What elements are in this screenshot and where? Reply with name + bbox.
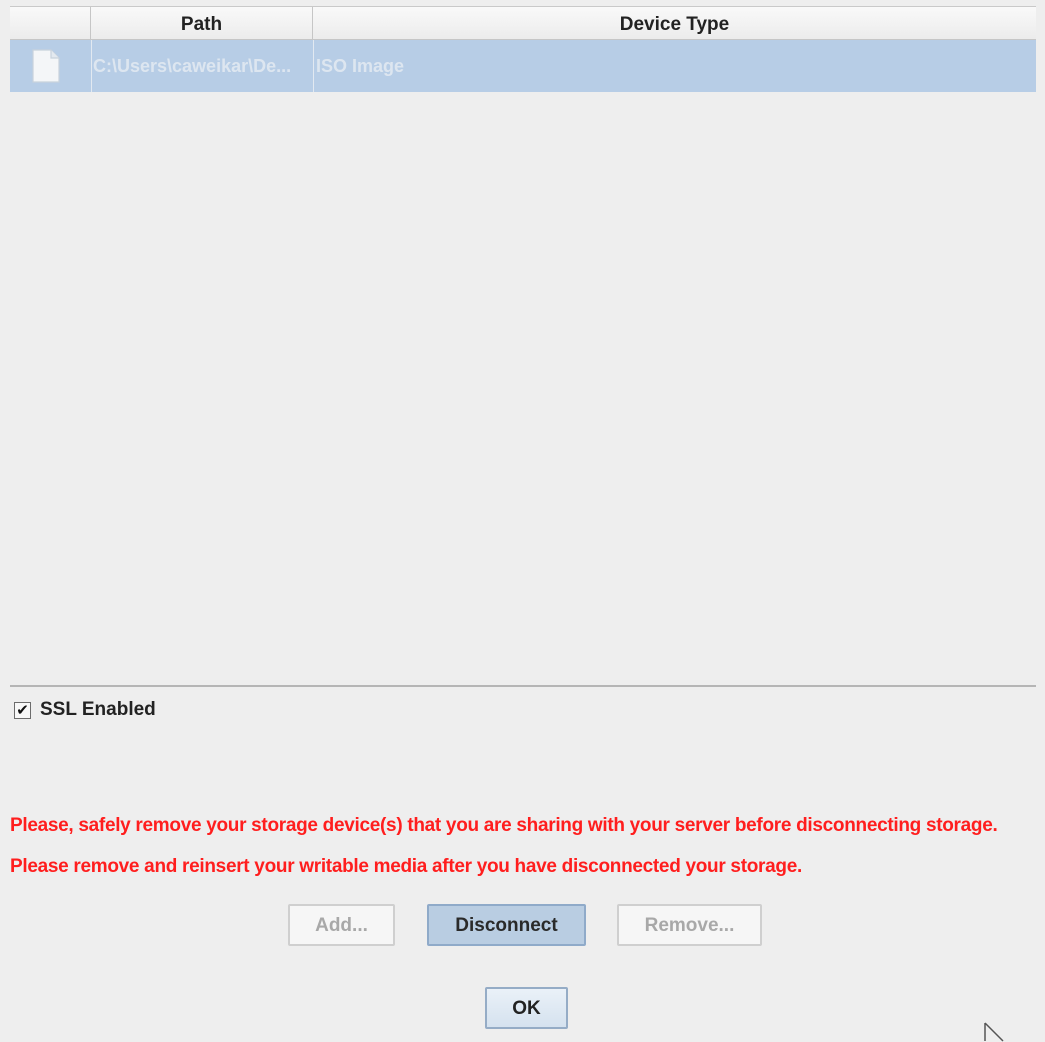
row-path-cell: C:\Users\caweikar\De... bbox=[93, 56, 292, 76]
file-icon bbox=[32, 49, 60, 83]
ok-button[interactable]: OK bbox=[485, 987, 568, 1029]
add-button[interactable]: Add... bbox=[288, 904, 395, 946]
remove-button[interactable]: Remove... bbox=[617, 904, 762, 946]
warning-reinsert-media: Please remove and reinsert your writable… bbox=[10, 856, 802, 877]
table-row[interactable]: C:\Users\caweikar\De... ISO Image bbox=[10, 40, 1036, 92]
ssl-enabled-label: SSL Enabled bbox=[40, 699, 156, 720]
header-path[interactable]: Path bbox=[91, 7, 313, 39]
ssl-enabled-checkbox[interactable]: ✔ bbox=[14, 701, 31, 719]
mouse-cursor-icon bbox=[984, 1022, 1004, 1042]
header-icon-column[interactable] bbox=[10, 7, 91, 39]
panel-divider bbox=[10, 685, 1036, 687]
device-table: Path Device Type C:\Users\caweikar\De...… bbox=[10, 6, 1036, 687]
ssl-enabled-option[interactable]: ✔ SSL Enabled bbox=[14, 697, 156, 723]
disconnect-button[interactable]: Disconnect bbox=[427, 904, 586, 946]
table-header: Path Device Type bbox=[10, 7, 1036, 40]
header-device-type[interactable]: Device Type bbox=[313, 7, 1036, 39]
checkmark-icon: ✔ bbox=[16, 701, 29, 719]
warning-safely-remove: Please, safely remove your storage devic… bbox=[10, 815, 998, 836]
row-device-type-cell: ISO Image bbox=[316, 56, 405, 76]
row-icon-cell bbox=[10, 40, 91, 92]
